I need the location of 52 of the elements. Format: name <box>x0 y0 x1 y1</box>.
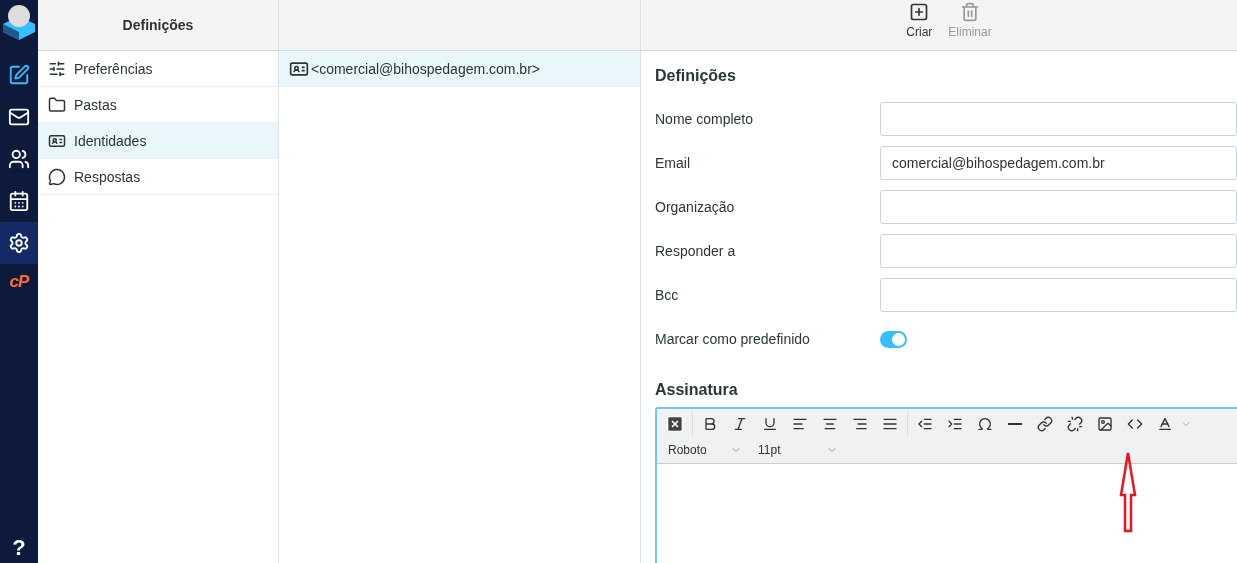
font-select[interactable]: Roboto <box>660 437 750 463</box>
image-icon <box>1097 416 1113 432</box>
align-center-icon <box>822 416 838 432</box>
contacts-icon <box>8 148 30 170</box>
text-field[interactable] <box>880 190 1237 224</box>
rule-icon <box>1008 423 1022 425</box>
cpanel-logo[interactable]: cP <box>9 272 29 292</box>
identity-item[interactable]: <comercial@bihospedagem.com.br> <box>279 51 640 87</box>
align-justify-icon <box>882 416 898 432</box>
field-label: Email <box>655 155 691 171</box>
clear-icon <box>665 414 685 434</box>
omega-icon <box>977 416 993 432</box>
code-icon <box>1127 416 1143 432</box>
align-left-icon <box>792 416 808 432</box>
toggle-switch[interactable] <box>880 330 907 348</box>
field-label: Nome completo <box>655 111 755 127</box>
section-title: Definições <box>655 67 737 85</box>
bold-icon <box>702 416 718 432</box>
help-button[interactable]: ? <box>12 535 26 561</box>
text-field[interactable] <box>880 278 1237 312</box>
align-right-icon <box>852 416 868 432</box>
settings-button[interactable] <box>0 222 38 264</box>
indent-icon <box>947 416 963 432</box>
text-field[interactable] <box>880 234 1237 268</box>
italic-icon <box>732 416 748 432</box>
compose-icon <box>8 64 30 86</box>
logo-icon <box>1 2 37 42</box>
section-title: Assinatura <box>655 381 739 399</box>
field-label: Organização <box>655 199 736 215</box>
sliders-icon <box>48 59 66 78</box>
folder-icon <box>48 95 66 114</box>
unlink-icon <box>1067 416 1083 432</box>
signature-editor[interactable]: Roboto 11pt <box>655 407 1237 563</box>
settings-section-item[interactable]: Identidades <box>38 123 278 159</box>
text-field[interactable]: comercial@bihospedagem.com.br <box>880 146 1237 180</box>
settings-icon <box>8 232 30 254</box>
field-label: Bcc <box>655 287 680 303</box>
size-select[interactable]: 11pt <box>750 437 846 463</box>
create-button[interactable]: Criar <box>900 0 939 50</box>
text-color-icon <box>1157 416 1173 432</box>
field-label: Marcar como predefinido <box>655 331 811 347</box>
column-title: Definições <box>122 17 194 33</box>
underline-icon <box>762 416 778 432</box>
link-icon <box>1037 416 1053 432</box>
field-label: Responder a <box>655 243 737 259</box>
mail-icon <box>8 106 30 128</box>
text-field[interactable] <box>880 102 1237 136</box>
trash-icon <box>960 2 980 22</box>
speech-bubble-icon <box>48 167 66 186</box>
plus-square-icon <box>909 2 930 22</box>
calendar-icon <box>8 190 30 212</box>
outdent-icon <box>917 416 933 432</box>
